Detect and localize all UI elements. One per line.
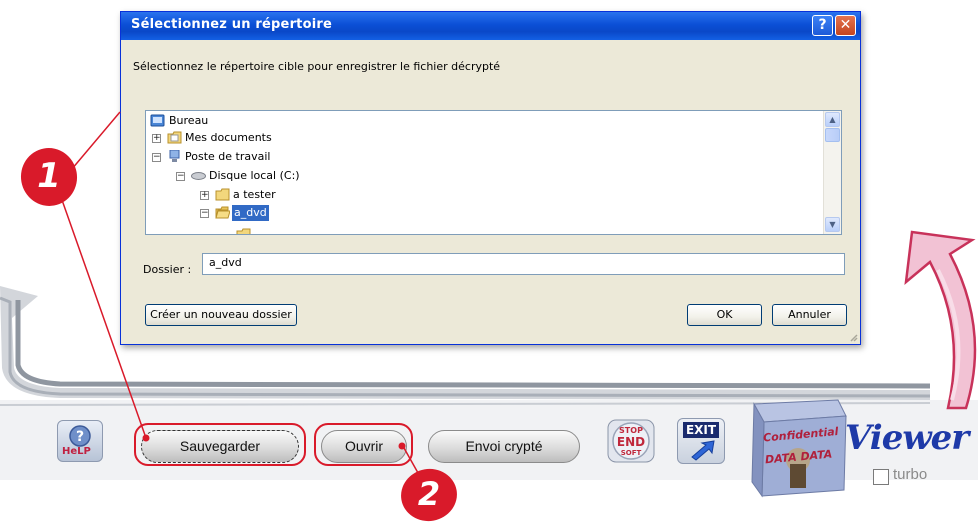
callout-2-number: 2 bbox=[417, 475, 441, 513]
callout-2: 2 bbox=[398, 467, 460, 523]
callout-1: 1 bbox=[18, 146, 80, 208]
callout-lines bbox=[61, 111, 423, 481]
callout-1-number: 1 bbox=[37, 156, 61, 196]
